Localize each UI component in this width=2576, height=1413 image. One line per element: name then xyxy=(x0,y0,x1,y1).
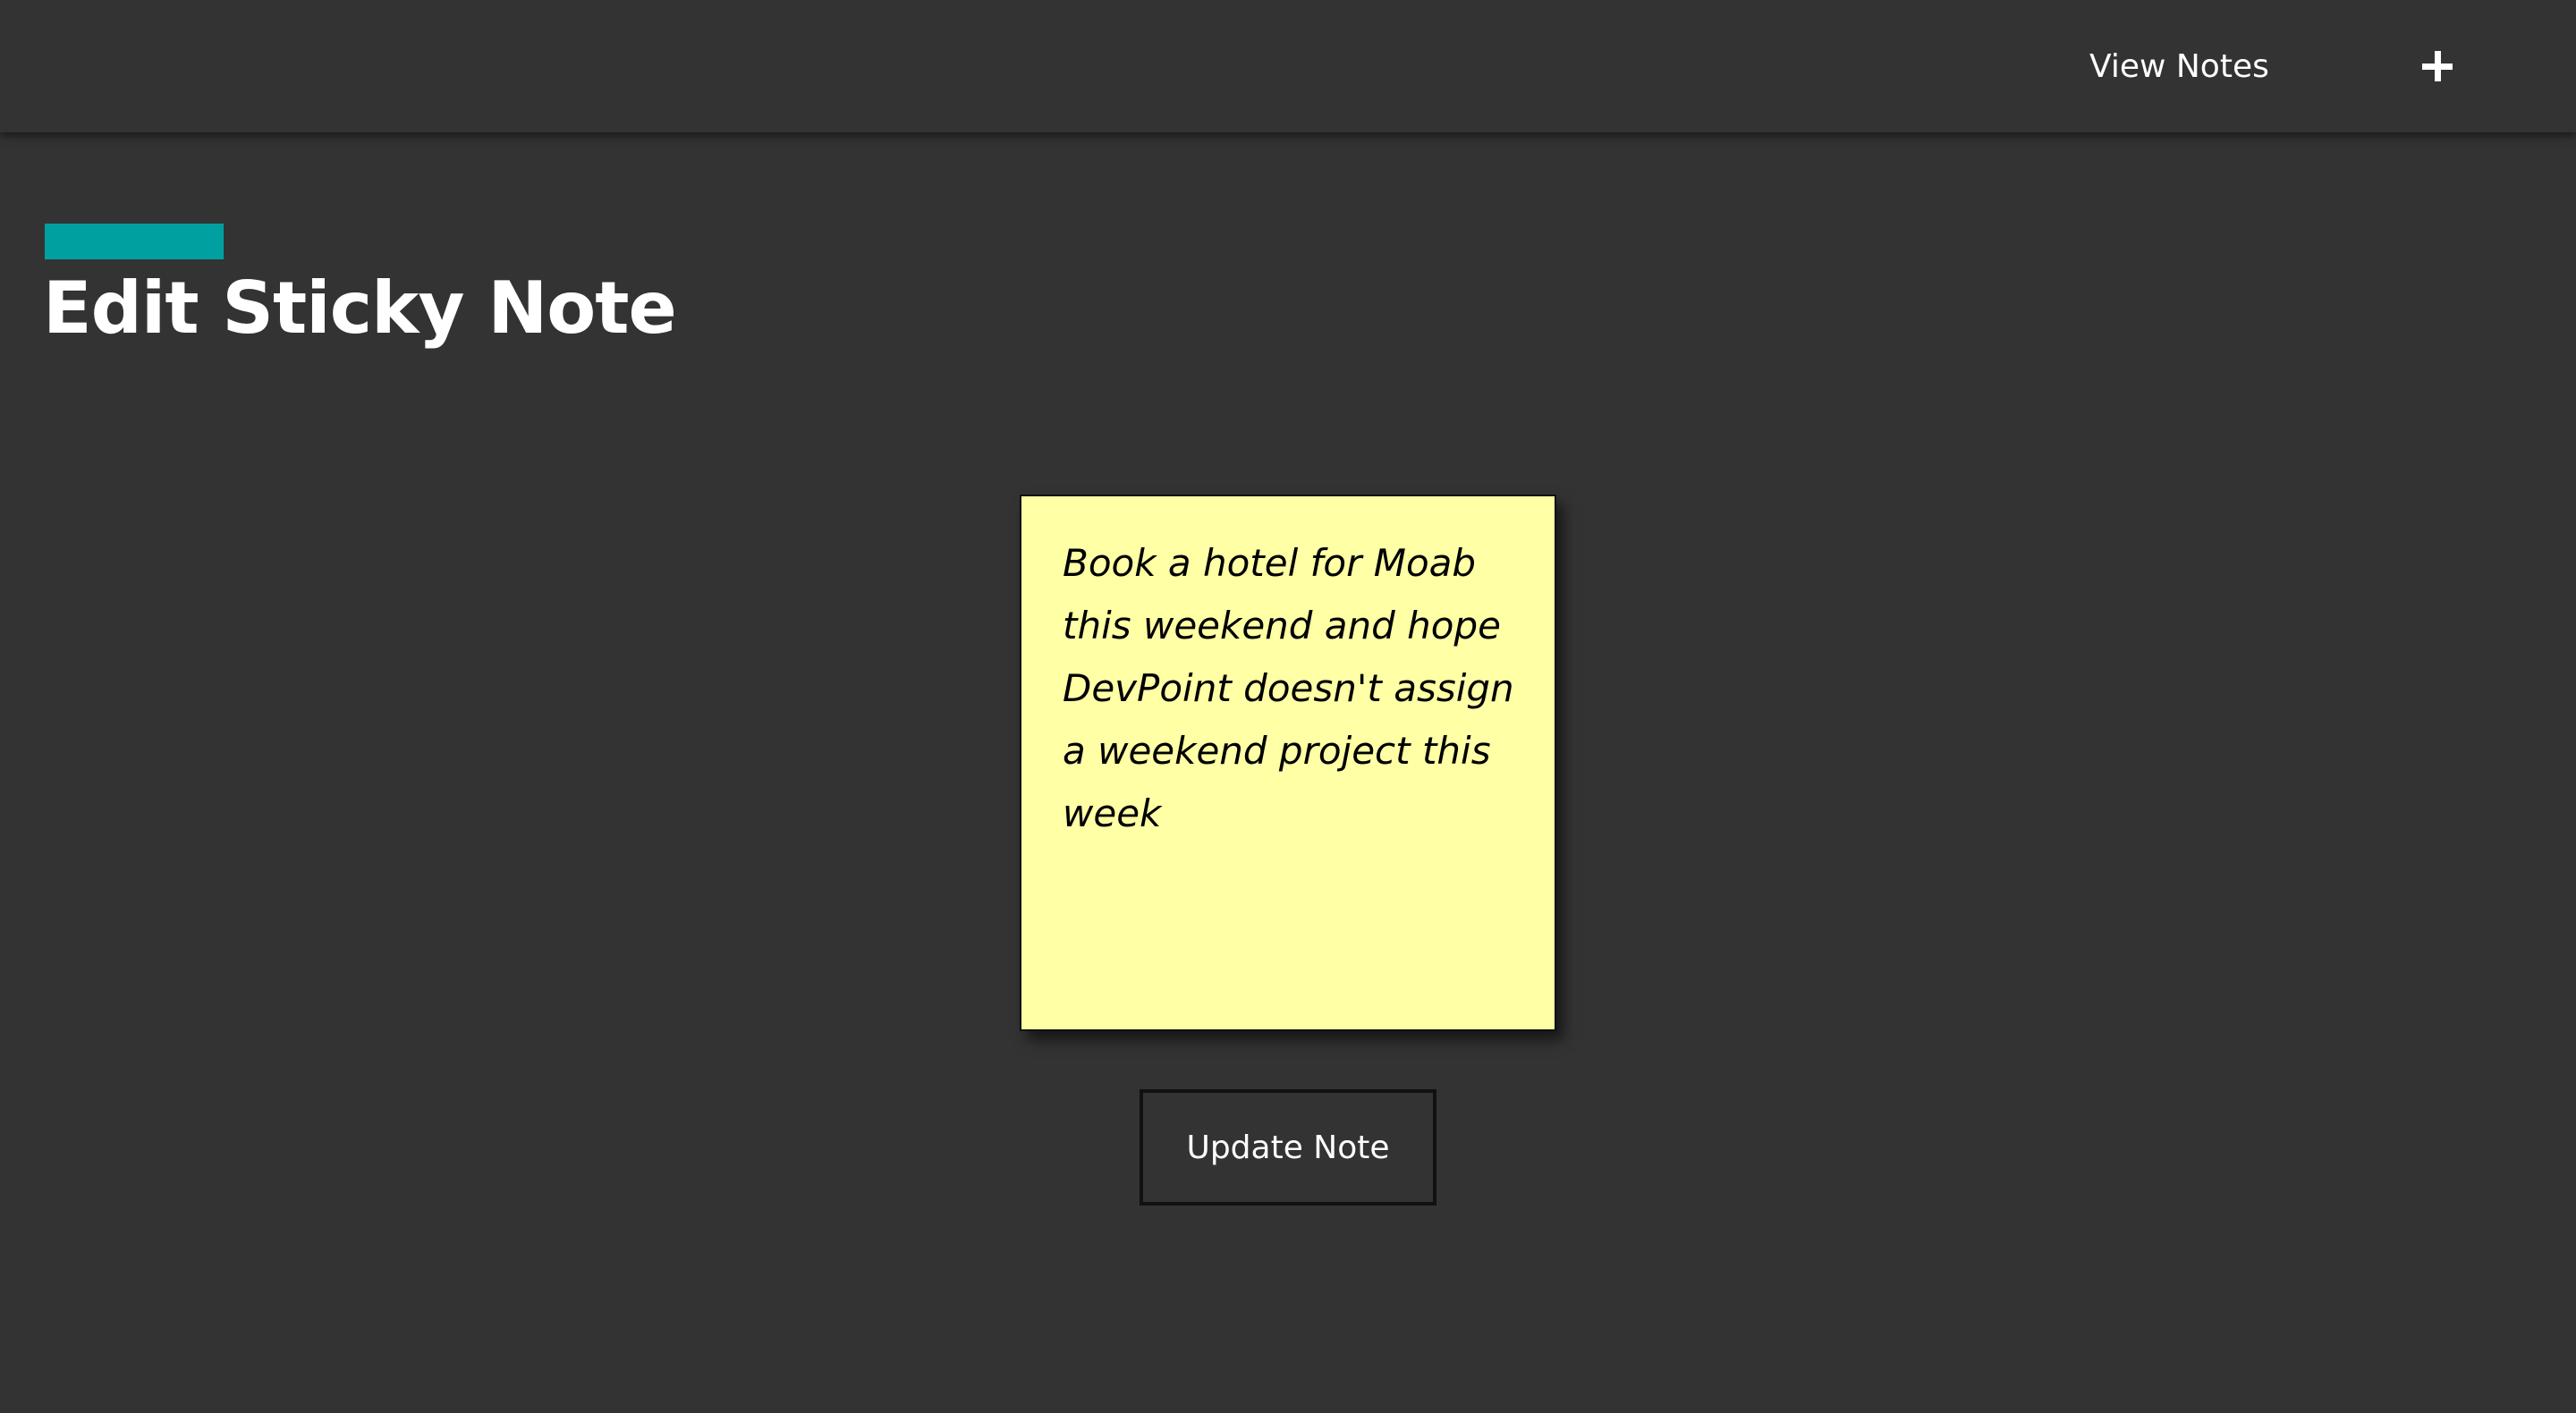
add-note-link[interactable] xyxy=(2422,0,2453,132)
top-navbar: View Notes xyxy=(0,0,2576,132)
page-title: Edit Sticky Note xyxy=(43,267,677,350)
note-text-input[interactable]: Book a hotel for Moab this weekend and h… xyxy=(1021,496,1555,1029)
plus-icon xyxy=(2422,51,2453,81)
update-note-button[interactable]: Update Note xyxy=(1140,1089,1436,1206)
view-notes-link[interactable]: View Notes xyxy=(2089,0,2269,132)
sticky-note: Book a hotel for Moab this weekend and h… xyxy=(1020,495,1556,1031)
title-accent-bar xyxy=(45,224,224,259)
